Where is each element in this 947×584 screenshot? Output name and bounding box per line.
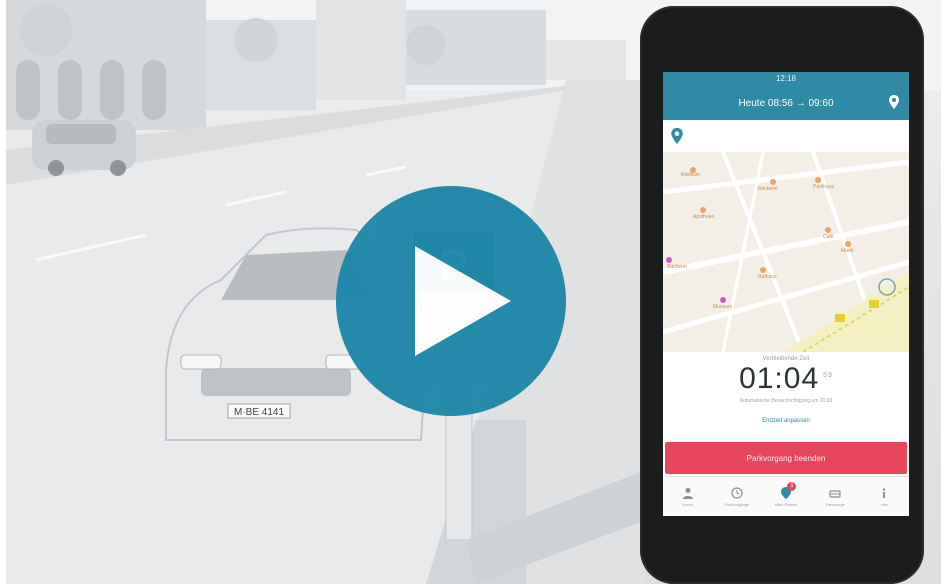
bottom-tab-bar: Konto Parkvorgänge 1 Mein Parken Fahrzeu… (663, 476, 909, 516)
map-poi[interactable]: Bäckerei (758, 186, 777, 192)
tab-my-parking[interactable]: 1 Mein Parken (761, 477, 810, 516)
map-streets (663, 152, 909, 352)
map-poi[interactable]: Parkhaus (813, 184, 834, 190)
map-poi[interactable]: Café (823, 234, 834, 240)
status-bar-time: 12:18 (663, 72, 909, 86)
license-plate: M·BE 4141 (234, 407, 284, 418)
info-icon (883, 488, 886, 498)
map-poi[interactable]: Museum (713, 304, 732, 310)
end-parking-button[interactable]: Parkvorgang beenden (665, 442, 907, 474)
map-poi[interactable]: Markt (841, 248, 854, 254)
clock-icon (731, 487, 743, 499)
map-poi[interactable]: Bücherei (667, 264, 687, 270)
map-poi[interactable]: Klinikum (681, 172, 700, 178)
timer-seconds: 59 (823, 372, 833, 379)
notification-info: Automatische Benachrichtigung um 10:03 (739, 398, 833, 404)
map-poi[interactable]: Apotheke (693, 214, 714, 220)
app-header-title: Heute 08:56 → 09:60 (738, 97, 834, 109)
tab-label: Konto (682, 502, 693, 507)
tab-label: Parkvorgänge (724, 502, 750, 507)
tab-account[interactable]: Konto (663, 477, 712, 516)
notification-badge: 1 (787, 482, 797, 491)
app-screen: 12:18 Heute 08:56 → 09:60 Klinikum Bäcke… (663, 72, 909, 516)
play-button[interactable] (336, 186, 566, 416)
play-icon (415, 246, 511, 356)
app-header: Heute 08:56 → 09:60 (663, 86, 909, 120)
timer-value: 01:04 (739, 362, 820, 395)
extend-time-link[interactable]: Endzeit anpassen (663, 418, 909, 424)
tab-sessions[interactable]: Parkvorgänge (712, 477, 761, 516)
person-icon (682, 488, 693, 499)
car-icon (829, 490, 841, 498)
location-pin-icon[interactable] (889, 95, 899, 109)
map-view[interactable]: Klinikum Bäckerei Parkhaus Apotheke Café… (663, 152, 909, 352)
tab-label: Mein Parken (774, 502, 798, 507)
map-marker-icon (671, 128, 683, 144)
video-player[interactable]: M·BE 4141 P 12:18 Heute 08:56 → 09:60 (0, 0, 947, 584)
parking-timer: 01:04 59 (663, 362, 909, 396)
tab-label: Info (881, 502, 888, 507)
tab-info[interactable]: Info (860, 477, 909, 516)
location-search-row[interactable] (663, 120, 909, 153)
tab-label: Fahrzeuge (825, 502, 845, 507)
tab-vehicles[interactable]: Fahrzeuge (811, 477, 860, 516)
map-poi[interactable]: Rathaus (758, 274, 777, 280)
